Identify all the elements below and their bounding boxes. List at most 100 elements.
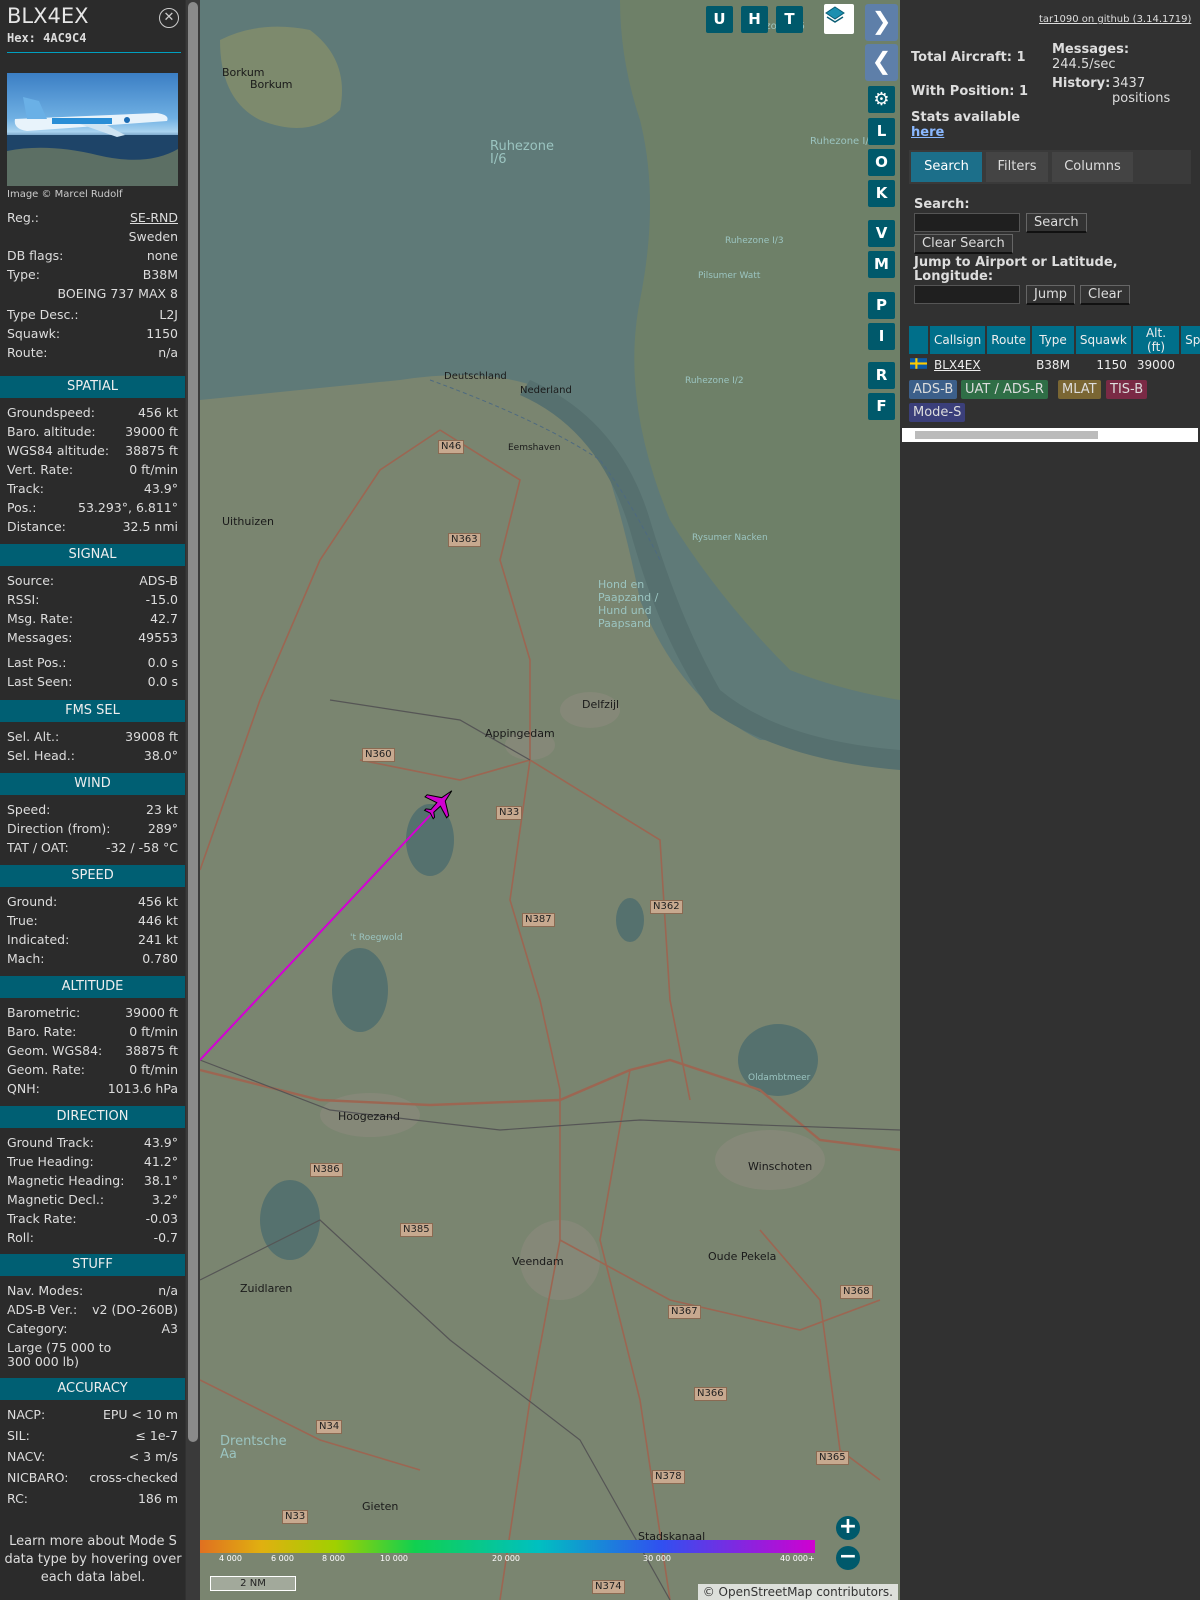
- info-row-label[interactable]: Geom. WGS84:: [7, 1042, 102, 1060]
- info-row-label[interactable]: Messages:: [7, 629, 73, 647]
- info-row-label[interactable]: True:: [7, 912, 38, 930]
- map-button-u[interactable]: U: [706, 6, 733, 33]
- info-row-label[interactable]: Sel. Head.:: [7, 747, 75, 765]
- layers-icon[interactable]: [824, 4, 854, 34]
- version-link[interactable]: tar1090 on github (3.14.1719): [1039, 14, 1191, 25]
- map-attribution[interactable]: © OpenStreetMap contributors.: [697, 1584, 898, 1600]
- info-row-label[interactable]: Category:: [7, 1320, 67, 1338]
- info-row-value: 241 kt: [138, 932, 178, 947]
- column-header-callsign[interactable]: Callsign: [930, 326, 986, 354]
- search-input[interactable]: [914, 213, 1020, 232]
- info-row-label[interactable]: TAT / OAT:: [7, 839, 69, 857]
- info-row-label[interactable]: ADS-B Ver.:: [7, 1301, 77, 1319]
- column-header-altitude[interactable]: Alt. (ft): [1132, 326, 1180, 354]
- zoom-in-icon[interactable]: +: [836, 1516, 860, 1540]
- info-row-label[interactable]: QNH:: [7, 1080, 40, 1098]
- clear-jump-button[interactable]: Clear: [1080, 285, 1130, 305]
- info-row-label[interactable]: Ground:: [7, 893, 57, 911]
- map-button-i[interactable]: I: [868, 323, 895, 350]
- info-row-label[interactable]: Type:: [7, 266, 40, 284]
- column-header-squawk[interactable]: Squawk: [1075, 326, 1131, 354]
- info-row-label[interactable]: Geom. Rate:: [7, 1061, 85, 1079]
- map-button-f[interactable]: F: [868, 393, 895, 420]
- info-row-label[interactable]: NACV:: [7, 1448, 45, 1466]
- info-row-label[interactable]: 300 000 lb): [7, 1353, 79, 1371]
- info-row-label[interactable]: Reg.:: [7, 209, 39, 227]
- info-row-label[interactable]: Nav. Modes:: [7, 1282, 83, 1300]
- info-row-label[interactable]: Track:: [7, 480, 44, 498]
- settings-gear-icon[interactable]: ⚙: [868, 86, 895, 113]
- info-row-label[interactable]: Barometric:: [7, 1004, 80, 1022]
- table-horizontal-scrollbar[interactable]: [902, 428, 1198, 442]
- jump-input[interactable]: [914, 285, 1020, 304]
- close-icon[interactable]: ✕: [159, 8, 179, 28]
- aircraft-photo[interactable]: [7, 73, 178, 186]
- info-row-label[interactable]: Baro. altitude:: [7, 423, 96, 441]
- map-button-k[interactable]: K: [868, 180, 895, 207]
- info-row-label[interactable]: True Heading:: [7, 1153, 94, 1171]
- tab-filters[interactable]: Filters: [986, 152, 1048, 182]
- info-row-label[interactable]: Indicated:: [7, 931, 69, 949]
- info-row-label[interactable]: SIL:: [7, 1427, 30, 1445]
- info-row-label[interactable]: Source:: [7, 572, 54, 590]
- scrollbar-thumb[interactable]: [915, 431, 1098, 439]
- info-row-label[interactable]: Magnetic Decl.:: [7, 1191, 104, 1209]
- map-button-t[interactable]: T: [776, 6, 803, 33]
- info-row-label[interactable]: NICBARO:: [7, 1469, 68, 1487]
- info-row: Vert. Rate: 0 ft/min: [7, 461, 178, 479]
- info-row-label[interactable]: DB flags:: [7, 247, 63, 265]
- stats-link[interactable]: here: [911, 125, 944, 140]
- info-row-label[interactable]: Last Seen:: [7, 673, 72, 691]
- info-row-label[interactable]: Magnetic Heading:: [7, 1172, 124, 1190]
- column-header-route[interactable]: Route: [987, 326, 1031, 354]
- info-panel-scrollbar[interactable]: [186, 0, 200, 1600]
- info-row-label[interactable]: Type Desc.:: [7, 306, 79, 324]
- info-row-label[interactable]: Msg. Rate:: [7, 610, 73, 628]
- chevron-left-icon[interactable]: ❮: [865, 44, 898, 81]
- scrollbar-thumb[interactable]: [188, 2, 198, 1442]
- zoom-out-icon[interactable]: −: [836, 1546, 860, 1570]
- column-header-speed[interactable]: Spd.: [1181, 326, 1200, 354]
- info-row-label[interactable]: WGS84 altitude:: [7, 442, 109, 460]
- clear-search-button[interactable]: Clear Search: [914, 234, 1013, 254]
- jump-button[interactable]: Jump: [1026, 285, 1075, 305]
- info-row-label[interactable]: Sel. Alt.:: [7, 728, 59, 746]
- map-view[interactable]: Borkum Borkum Ruhezone I/6 Ruhezone I/5 Ruhe…: [200, 0, 900, 1600]
- map-place-label: Hond en Paapzand / Hund und Paapsand: [598, 578, 659, 630]
- info-row-label[interactable]: Mach:: [7, 950, 44, 968]
- info-row-label[interactable]: Groundspeed:: [7, 404, 95, 422]
- info-row-value[interactable]: SE-RND: [130, 209, 178, 227]
- info-row-label[interactable]: Direction (from):: [7, 820, 111, 838]
- tab-search[interactable]: Search: [911, 152, 982, 182]
- map-button-l[interactable]: L: [868, 118, 895, 145]
- info-row: True: 446 kt: [7, 912, 178, 930]
- info-row-label[interactable]: Distance:: [7, 518, 66, 536]
- info-row-label[interactable]: Squawk:: [7, 325, 60, 343]
- info-row-label[interactable]: Speed:: [7, 801, 50, 819]
- map-button-v[interactable]: V: [868, 220, 895, 247]
- row-callsign[interactable]: BLX4EX: [930, 356, 985, 374]
- info-row-label[interactable]: Track Rate:: [7, 1210, 77, 1228]
- map-button-p[interactable]: P: [868, 292, 895, 319]
- column-header-type[interactable]: Type: [1032, 326, 1074, 354]
- map-button-m[interactable]: M: [868, 251, 895, 278]
- chevron-right-icon[interactable]: ❯: [865, 4, 898, 41]
- info-row-label[interactable]: Vert. Rate:: [7, 461, 73, 479]
- map-button-o[interactable]: O: [868, 149, 895, 176]
- tab-columns[interactable]: Columns: [1052, 152, 1133, 182]
- info-row-label[interactable]: RSSI:: [7, 591, 39, 609]
- map-button-h[interactable]: H: [741, 6, 768, 33]
- search-button[interactable]: Search: [1026, 213, 1087, 233]
- info-row-label[interactable]: Route:: [7, 344, 48, 362]
- column-header-flag[interactable]: [909, 326, 928, 354]
- info-row-label[interactable]: Ground Track:: [7, 1134, 94, 1152]
- table-row[interactable]: BLX4EX B38M 1150 39000: [909, 356, 1200, 374]
- info-row-label[interactable]: Last Pos.:: [7, 654, 66, 672]
- info-row-label[interactable]: NACP:: [7, 1406, 45, 1424]
- info-row-label[interactable]: Roll:: [7, 1229, 34, 1247]
- info-row-label[interactable]: RC:: [7, 1490, 28, 1508]
- info-row-label[interactable]: Baro. Rate:: [7, 1023, 76, 1041]
- info-row-value: 456 kt: [138, 405, 178, 420]
- map-button-r[interactable]: R: [868, 362, 895, 389]
- info-row-label[interactable]: Pos.:: [7, 499, 36, 517]
